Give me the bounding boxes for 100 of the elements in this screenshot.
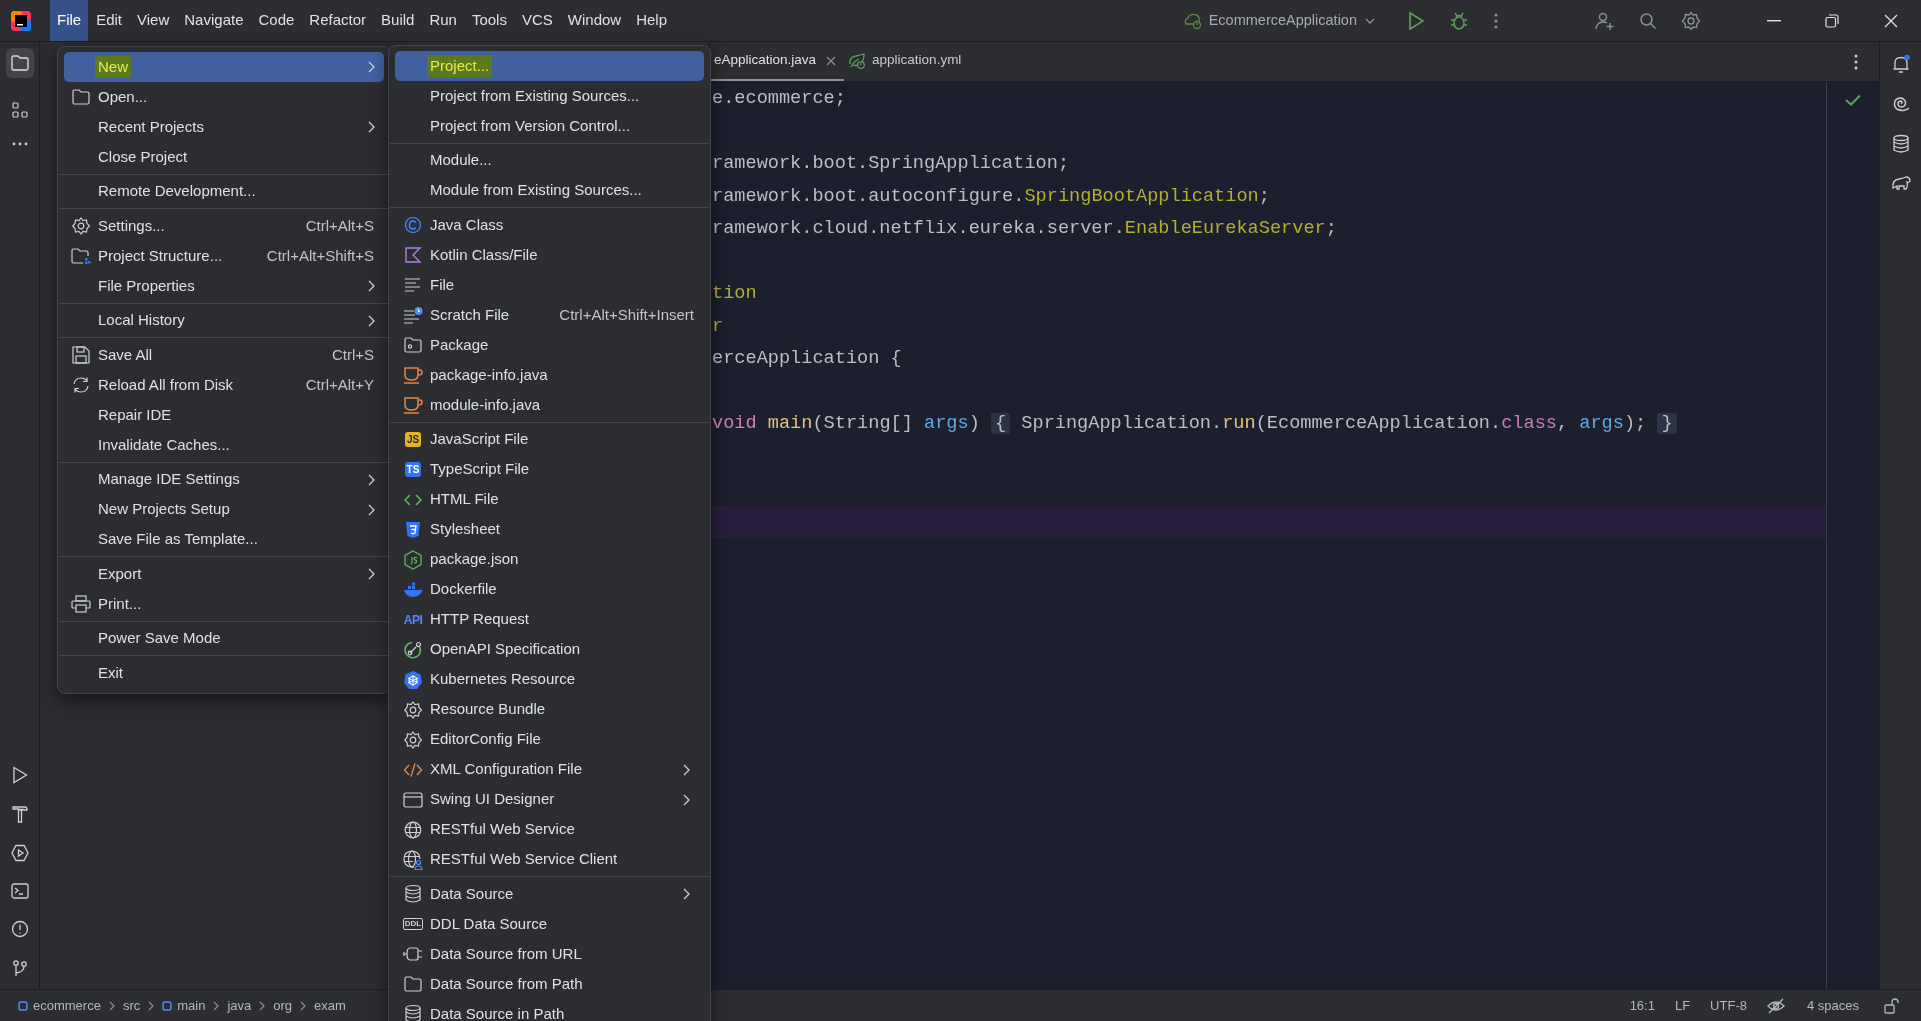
run-configuration-selector[interactable]: EcommerceApplication	[1208, 9, 1357, 32]
menu-bar-item[interactable]: Code	[251, 0, 302, 41]
menu-item[interactable]: Resource Bundle	[395, 694, 704, 725]
menu-item[interactable]: Project from Existing Sources...	[395, 81, 704, 111]
lines-clock-icon	[403, 306, 423, 324]
breadcrumb-item[interactable]: exam	[314, 995, 346, 1016]
breadcrumb-item[interactable]: ecommerce	[33, 995, 101, 1016]
menu-item[interactable]: Power Save Mode	[64, 623, 384, 654]
menu-item[interactable]: Remote Development...	[64, 176, 384, 207]
menu-item[interactable]: Kubernetes Resource	[395, 664, 704, 695]
project-tool-button[interactable]	[5, 48, 34, 78]
menu-item[interactable]: API HTTP Request	[395, 604, 704, 635]
menu-item[interactable]: TS TypeScript File	[395, 454, 704, 485]
menu-bar-item[interactable]: Window	[560, 0, 629, 41]
menu-bar-item[interactable]: Run	[422, 0, 464, 41]
menu-item[interactable]: Close Project	[64, 142, 384, 172]
menu-item[interactable]: Recent Projects	[64, 112, 384, 142]
menu-item[interactable]: Settings... Ctrl+Alt+S	[64, 211, 384, 241]
menu-item[interactable]: Data Source from URL	[395, 939, 704, 969]
menu-item[interactable]: Repair IDE	[64, 400, 384, 430]
more-vertical-icon[interactable]	[1493, 11, 1499, 30]
more-horizontal-icon[interactable]	[10, 142, 29, 146]
menu-item[interactable]: Local History	[64, 305, 384, 336]
menu-item[interactable]: RESTful Web Service Client	[395, 844, 704, 875]
menu-item[interactable]: Manage IDE Settings	[64, 464, 384, 495]
menu-item[interactable]: RESTful Web Service	[395, 814, 704, 845]
close-icon[interactable]	[826, 55, 837, 66]
run-icon[interactable]	[11, 766, 28, 784]
menu-item[interactable]: EditorConfig File	[395, 724, 704, 755]
menu-item[interactable]: Module from Existing Sources...	[395, 175, 704, 206]
menu-bar-item[interactable]: Navigate	[177, 0, 251, 41]
bug-icon[interactable]	[1449, 10, 1469, 31]
breadcrumb-item[interactable]: main	[177, 995, 206, 1016]
structure-icon[interactable]	[11, 102, 28, 118]
menu-item[interactable]: Swing UI Designer	[395, 784, 704, 815]
menu-item[interactable]: Reload All from Disk Ctrl+Alt+Y	[64, 370, 384, 400]
app-logo-icon[interactable]	[10, 9, 32, 32]
more-vertical-icon[interactable]	[1853, 52, 1859, 71]
menu-item[interactable]: Print...	[64, 589, 384, 619]
lock-icon[interactable]	[1883, 997, 1899, 1014]
menu-item[interactable]: Save All Ctrl+S	[64, 340, 384, 370]
menu-item[interactable]: package.json	[395, 544, 704, 575]
menu-item[interactable]: Export	[64, 559, 384, 589]
warning-circle-icon[interactable]	[10, 920, 29, 938]
line-separator[interactable]: LF	[1674, 995, 1691, 1016]
editor-tab[interactable]: application.yml	[844, 42, 966, 81]
breadcrumb-item[interactable]: src	[122, 995, 141, 1016]
caret-position[interactable]: 16:1	[1629, 995, 1655, 1016]
breadcrumb-item[interactable]: java	[227, 995, 252, 1016]
menu-bar-item[interactable]: File	[50, 0, 89, 41]
menu-bar-item[interactable]: VCS	[514, 0, 560, 41]
settings-icon[interactable]	[1681, 10, 1701, 31]
menu-item[interactable]: Invalidate Caches...	[64, 430, 384, 460]
elephant-icon[interactable]	[1890, 174, 1911, 192]
menu-item[interactable]: HTML File	[395, 484, 704, 515]
database-icon[interactable]	[1891, 134, 1910, 154]
menu-item[interactable]: Module...	[395, 145, 704, 176]
search-icon[interactable]	[1639, 11, 1657, 30]
file-encoding[interactable]: UTF-8	[1710, 995, 1747, 1016]
menu-bar-item[interactable]: Build	[374, 0, 422, 41]
run-icon[interactable]	[1407, 10, 1425, 31]
menu-item[interactable]: Project...	[395, 51, 704, 81]
terminal-icon[interactable]	[10, 883, 29, 899]
menu-item[interactable]: Project from Version Control...	[395, 111, 704, 141]
eye-slash-icon[interactable]	[1766, 997, 1785, 1014]
menu-item[interactable]: JS JavaScript File	[395, 424, 704, 455]
menu-bar-item[interactable]: Refactor	[302, 0, 374, 41]
menu-bar-item[interactable]: Tools	[464, 0, 514, 41]
menu-item[interactable]: Java Class	[395, 210, 704, 240]
indent-setting[interactable]: 4 spaces	[1806, 995, 1859, 1016]
menu-item[interactable]: Open...	[64, 82, 384, 112]
menu-item[interactable]: DDL DDL Data Source	[395, 909, 704, 939]
hammer-icon[interactable]	[10, 805, 29, 823]
breadcrumb-item[interactable]: org	[273, 995, 293, 1016]
menu-bar-item[interactable]: Edit	[89, 0, 130, 41]
menu-item[interactable]: Stylesheet	[395, 514, 704, 545]
menu-bar-item[interactable]: Help	[629, 0, 675, 41]
add-user-icon[interactable]	[1595, 10, 1615, 31]
menu-item[interactable]: Exit	[64, 658, 384, 688]
menu-item[interactable]: Data Source from Path	[395, 969, 704, 999]
menu-item[interactable]: Project Structure... Ctrl+Alt+Shift+S	[64, 241, 384, 271]
menu-item[interactable]: File	[395, 270, 704, 300]
menu-item[interactable]: New Projects Setup	[64, 494, 384, 525]
menu-item[interactable]: Kotlin Class/File	[395, 240, 704, 270]
menu-item[interactable]: Data Source in Path	[395, 999, 704, 1021]
menu-item[interactable]: Dockerfile	[395, 574, 704, 605]
menu-item[interactable]: package-info.java	[395, 360, 704, 390]
database-icon	[404, 884, 422, 904]
menu-item[interactable]: Package	[395, 330, 704, 360]
menu-item[interactable]: File Properties	[64, 271, 384, 301]
menu-item[interactable]: Data Source	[395, 879, 704, 909]
menu-item[interactable]: Scratch File Ctrl+Alt+Shift+Insert	[395, 300, 704, 330]
menu-item[interactable]: module-info.java	[395, 390, 704, 420]
git-branch-icon[interactable]	[11, 959, 28, 977]
menu-item[interactable]: New	[64, 52, 384, 82]
menu-item[interactable]: XML Configuration File	[395, 754, 704, 785]
menu-item[interactable]: OpenAPI Specification	[395, 634, 704, 665]
services-icon[interactable]	[10, 844, 29, 862]
menu-bar-item[interactable]: View	[130, 0, 177, 41]
menu-item[interactable]: Save File as Template...	[64, 524, 384, 555]
